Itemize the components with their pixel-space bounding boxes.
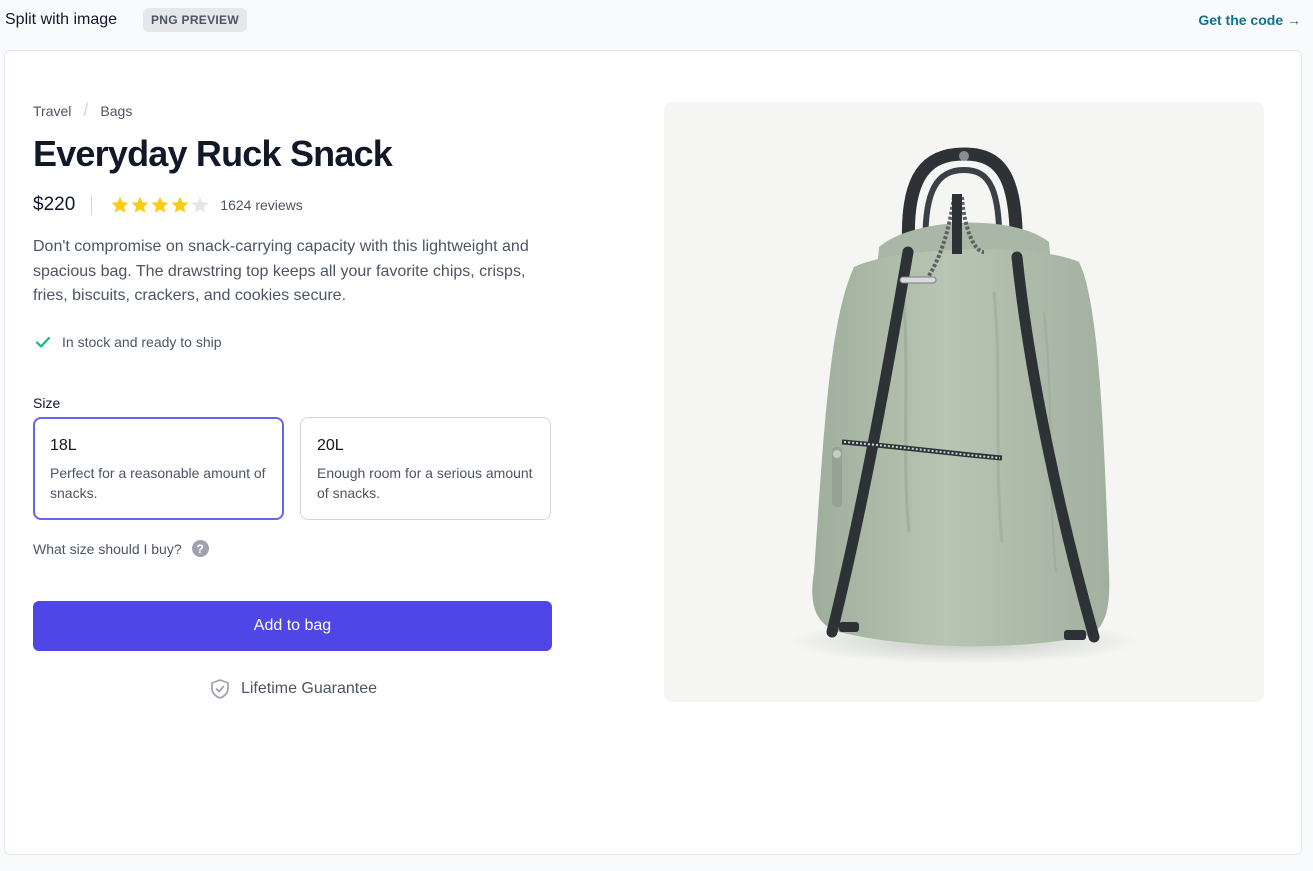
size-option-description: Enough room for a serious amount of snac… (317, 465, 533, 501)
size-option-18l[interactable]: 18L Perfect for a reasonable amount of s… (33, 417, 284, 520)
breadcrumb: Travel / Bags (33, 100, 132, 121)
breadcrumb-item-bags[interactable]: Bags (100, 103, 132, 119)
png-preview-badge: PNG PREVIEW (143, 8, 247, 32)
price-rating-row: $220 1624 reviews (33, 192, 303, 218)
size-help-link[interactable]: What size should I buy? ? (33, 540, 209, 557)
shield-check-icon (211, 679, 229, 699)
product-title: Everyday Ruck Snack (33, 133, 393, 174)
breadcrumb-separator: / (83, 100, 89, 120)
product-image (664, 102, 1264, 702)
lifetime-guarantee-link[interactable]: Lifetime Guarantee (33, 677, 552, 701)
price-divider (91, 195, 93, 215)
add-to-bag-button[interactable]: Add to bag (33, 601, 552, 651)
question-mark-icon: ? (191, 540, 209, 557)
stock-status: In stock and ready to ship (33, 332, 222, 352)
guarantee-text: Lifetime Guarantee (240, 680, 378, 697)
star-empty-icon (191, 196, 209, 213)
star-filled-icon (131, 196, 149, 213)
reviews-link[interactable]: 1624 reviews (220, 197, 303, 213)
star-rating (110, 195, 210, 215)
preview-title: Split with image (5, 11, 118, 28)
preview-topbar: Split with image PNG PREVIEW Get the cod… (0, 0, 1313, 42)
star-filled-icon (171, 196, 189, 213)
get-the-code-link[interactable]: Get the code → (1198, 12, 1301, 28)
product-description: Don't compromise on snack-carrying capac… (33, 238, 529, 304)
breadcrumb-item-travel[interactable]: Travel (33, 103, 71, 119)
star-filled-icon (151, 196, 169, 213)
size-option-name: 20L (317, 437, 344, 454)
product-price: $220 (33, 194, 76, 215)
star-filled-icon (111, 196, 129, 213)
size-help-text: What size should I buy? (33, 540, 182, 557)
check-icon (35, 336, 51, 348)
size-label: Size (33, 395, 61, 411)
size-option-20l[interactable]: 20L Enough room for a serious amount of … (300, 417, 551, 520)
backpack-illustration (789, 147, 1139, 664)
size-option-name: 18L (50, 437, 77, 454)
size-option-description: Perfect for a reasonable amount of snack… (50, 465, 266, 501)
stock-text: In stock and ready to ship (62, 334, 222, 350)
